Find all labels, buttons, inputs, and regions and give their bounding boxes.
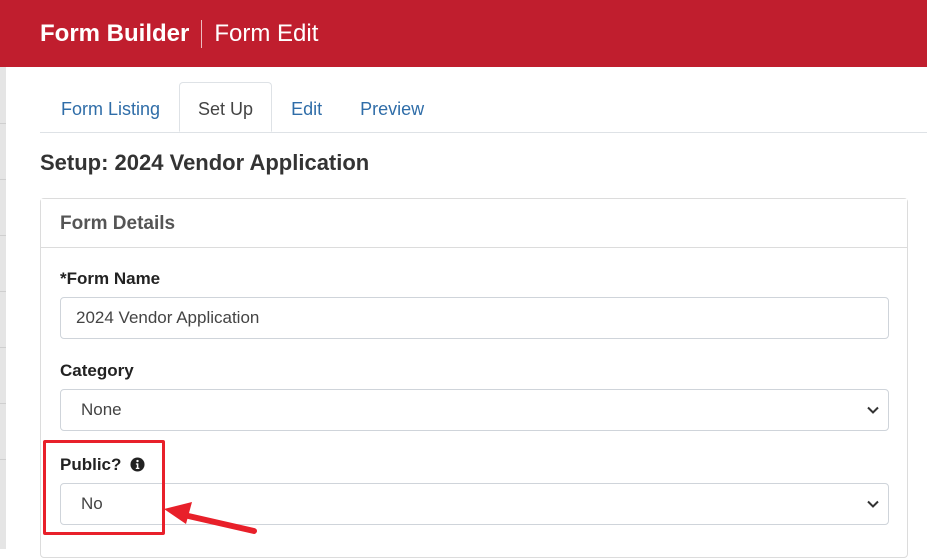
public-label-text: Public? bbox=[60, 455, 122, 474]
header-divider bbox=[201, 19, 203, 48]
left-scroll-gutter bbox=[0, 67, 6, 549]
info-circle-icon[interactable] bbox=[130, 457, 145, 477]
form-details-card: Form Details *Form Name Category None Pu… bbox=[40, 198, 908, 558]
page-title: Setup: 2024 Vendor Application bbox=[40, 150, 370, 175]
tab-edit[interactable]: Edit bbox=[272, 82, 341, 132]
chevron-down-icon bbox=[866, 484, 880, 524]
tab-set-up[interactable]: Set Up bbox=[179, 82, 273, 132]
public-select[interactable]: No bbox=[60, 483, 889, 525]
category-select[interactable]: None bbox=[60, 389, 889, 431]
app-title[interactable]: Form Builder bbox=[40, 20, 189, 48]
page-section-title: Form Edit bbox=[214, 19, 319, 47]
tab-form-listing[interactable]: Form Listing bbox=[40, 82, 179, 132]
tab-bar: Form Listing Set Up Edit Preview bbox=[40, 82, 927, 133]
public-label: Public? bbox=[60, 455, 145, 477]
category-selected-value: None bbox=[81, 400, 122, 419]
public-selected-value: No bbox=[81, 494, 103, 513]
form-name-input[interactable] bbox=[60, 297, 889, 339]
tab-preview[interactable]: Preview bbox=[341, 82, 443, 132]
category-label: Category bbox=[60, 361, 134, 380]
card-header: Form Details bbox=[41, 199, 907, 248]
chevron-down-icon bbox=[866, 390, 880, 430]
app-header: Form Builder Form Edit bbox=[0, 0, 927, 67]
form-name-label: *Form Name bbox=[60, 269, 161, 288]
